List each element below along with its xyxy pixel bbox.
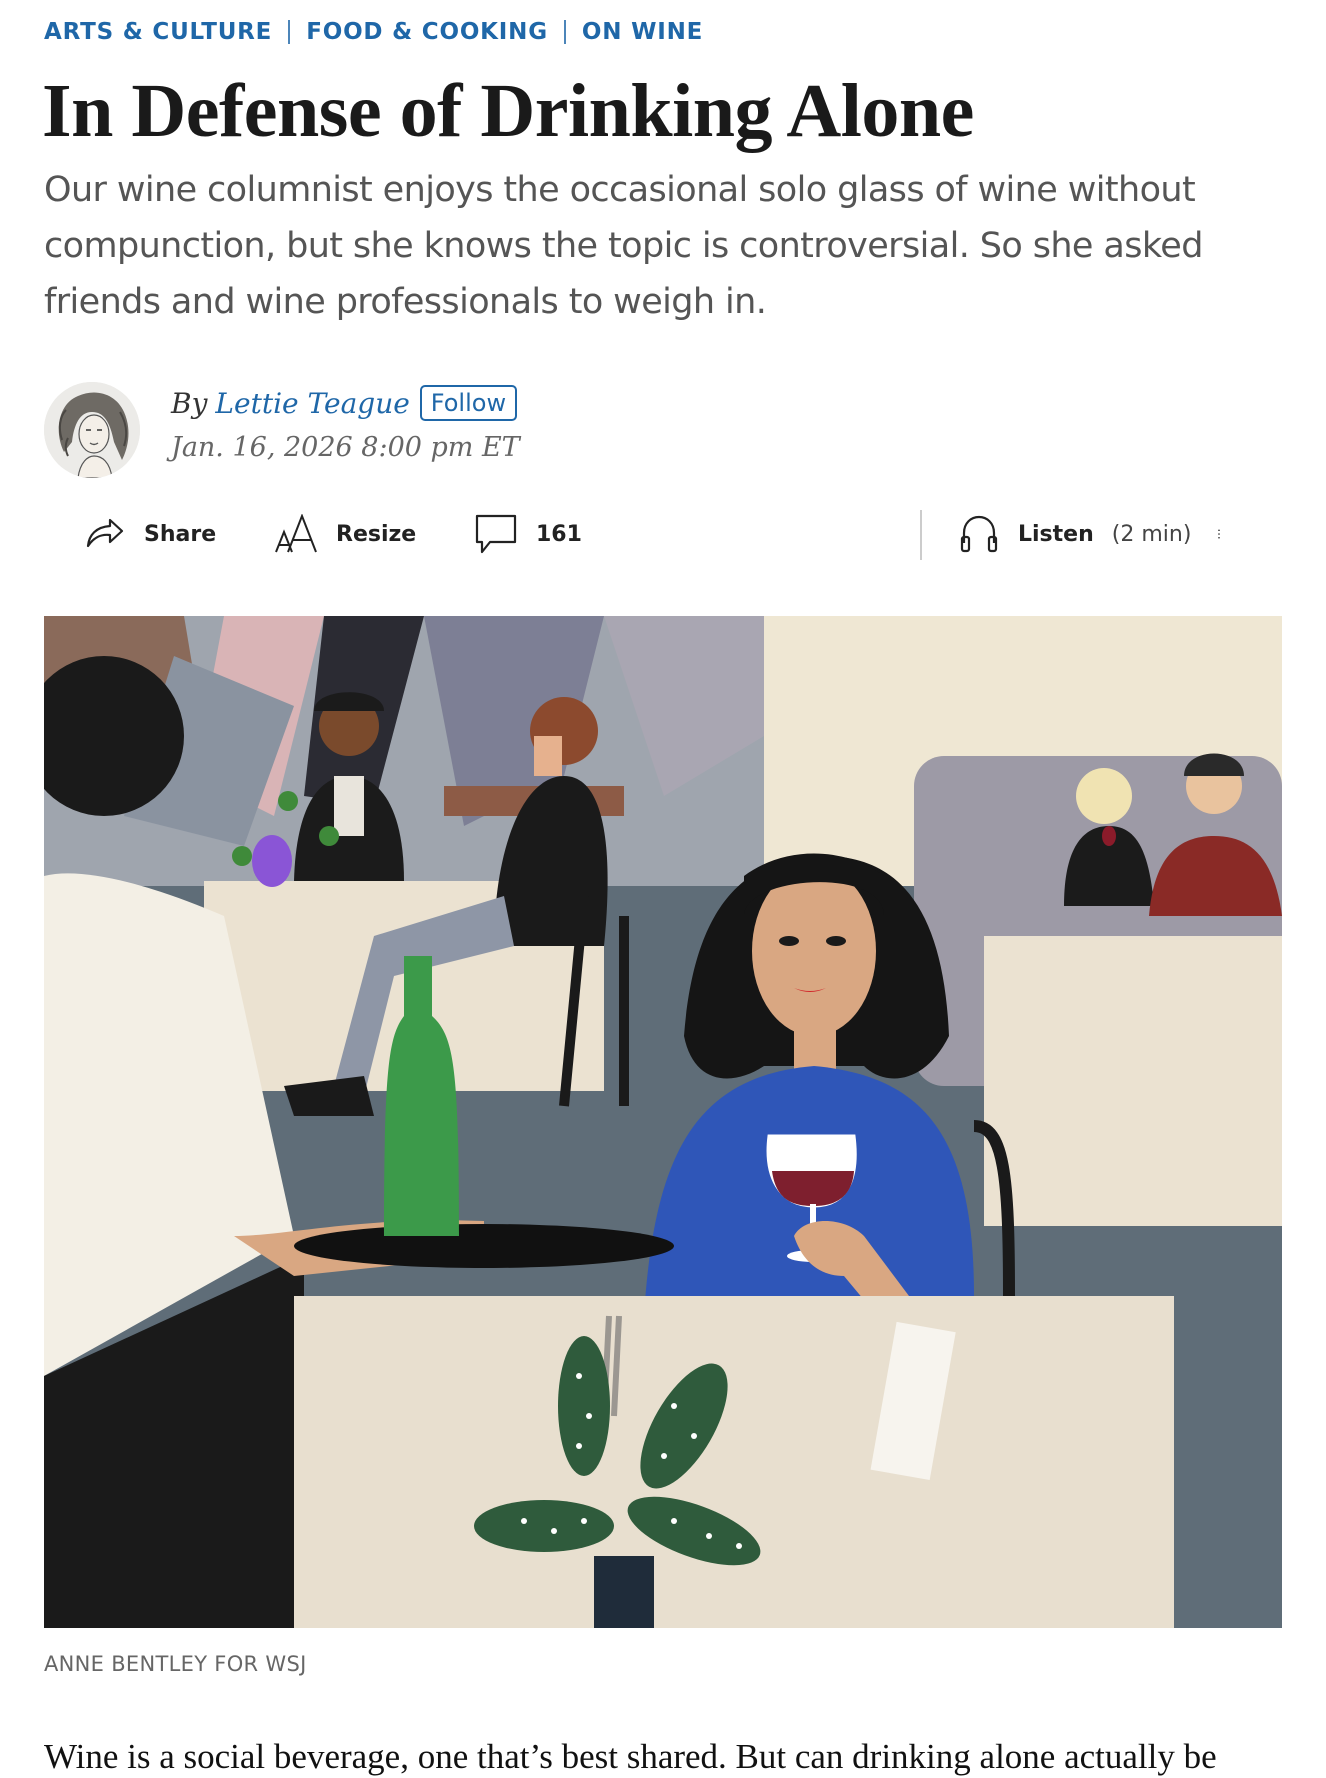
article-dek: Our wine columnist enjoys the occasional… bbox=[44, 170, 1203, 322]
article-body-first-paragraph: Wine is a social beverage, one that’s be… bbox=[44, 1737, 1217, 1776]
breadcrumb-arts-culture[interactable]: ARTS & CULTURE bbox=[44, 19, 272, 45]
article-headline: In Defense of Drinking Alone bbox=[42, 69, 974, 153]
listen-label: Listen bbox=[1018, 521, 1094, 547]
headphones-icon bbox=[960, 515, 998, 553]
share-label: Share bbox=[144, 521, 217, 547]
breadcrumb-on-wine[interactable]: ON WINE bbox=[582, 19, 703, 45]
byline: By Lettie Teague Follow bbox=[171, 382, 518, 424]
author-link[interactable]: Lettie Teague bbox=[215, 387, 409, 420]
share-icon bbox=[86, 518, 124, 548]
comment-icon bbox=[475, 514, 517, 554]
comments-count: 161 bbox=[536, 521, 582, 547]
listen-button[interactable]: Listen (2 min) bbox=[958, 508, 1191, 560]
more-options-button[interactable] bbox=[1218, 508, 1238, 560]
resize-label: Resize bbox=[336, 521, 417, 547]
more-icon bbox=[1218, 529, 1220, 539]
breadcrumb: ARTS & CULTURE FOOD & COOKING ON WINE bbox=[44, 16, 703, 48]
publish-timestamp: Jan. 16, 2026 8:00 pm ET bbox=[171, 432, 520, 463]
author-avatar[interactable] bbox=[44, 382, 140, 478]
share-button[interactable]: Share bbox=[84, 508, 216, 560]
resize-button[interactable]: Resize bbox=[274, 508, 416, 560]
hero-illustration bbox=[44, 616, 1282, 1628]
breadcrumb-food-cooking[interactable]: FOOD & COOKING bbox=[306, 19, 548, 45]
follow-button[interactable]: Follow bbox=[419, 385, 518, 421]
image-caption: ANNE BENTLEY FOR WSJ bbox=[44, 1652, 307, 1676]
comments-button[interactable]: 161 bbox=[474, 508, 582, 560]
byline-prefix: By bbox=[171, 386, 208, 420]
breadcrumb-separator bbox=[563, 20, 566, 44]
listen-duration: (2 min) bbox=[1111, 521, 1192, 547]
resize-icon bbox=[275, 514, 317, 553]
toolbar-divider bbox=[920, 510, 922, 560]
breadcrumb-separator bbox=[288, 20, 291, 44]
article-toolbar: Share Resize 161 Listen (2 min) bbox=[84, 508, 1244, 560]
